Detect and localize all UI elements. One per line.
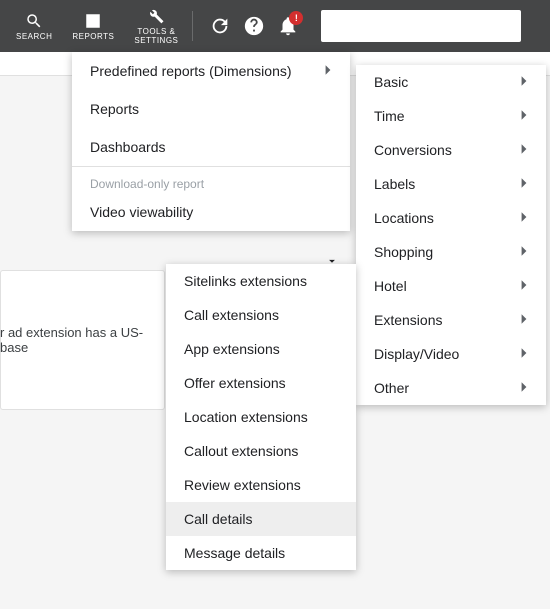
menu-item-label: Sitelinks extensions	[184, 273, 307, 289]
menu-item-label: Extensions	[374, 312, 442, 328]
menu-item-label: Shopping	[374, 244, 433, 260]
menu-item-label: Message details	[184, 545, 285, 561]
menu-item-label: Video viewability	[90, 204, 193, 220]
search-input[interactable]	[321, 10, 521, 42]
info-card: r ad extension has a US-base	[0, 270, 165, 410]
chevron-right-icon	[520, 347, 528, 359]
menu-item-label: Location extensions	[184, 409, 308, 425]
chart-icon	[84, 12, 102, 30]
extensions-menu-item-7[interactable]: Call details	[166, 502, 356, 536]
menu-item-label: Hotel	[374, 278, 407, 294]
help-icon[interactable]	[243, 15, 265, 37]
toolbar-reports[interactable]: REPORTS	[62, 8, 124, 45]
chevron-right-icon	[520, 75, 528, 87]
extensions-menu-item-2[interactable]: App extensions	[166, 332, 356, 366]
extensions-menu-item-6[interactable]: Review extensions	[166, 468, 356, 502]
notifications[interactable]: !	[277, 15, 299, 37]
extensions-menu: Sitelinks extensions Call extensions App e…	[166, 264, 356, 570]
toolbar-tools-label: TOOLS & SETTINGS	[134, 27, 178, 45]
reports-menu-section-item-0[interactable]: Video viewability	[72, 193, 350, 231]
menu-item-label: Locations	[374, 210, 434, 226]
menu-item-label: Callout extensions	[184, 443, 298, 459]
categories-menu-item-3[interactable]: Labels	[356, 167, 546, 201]
toolbar-search[interactable]: SEARCH	[6, 8, 62, 45]
categories-menu-item-7[interactable]: Extensions	[356, 303, 546, 337]
reports-menu-item-2[interactable]: Dashboards	[72, 128, 350, 166]
menu-item-label: Reports	[90, 101, 139, 117]
toolbar-divider	[192, 11, 193, 41]
reports-menu-item-0[interactable]: Predefined reports (Dimensions)	[72, 52, 350, 90]
chevron-right-icon	[520, 279, 528, 291]
categories-menu-item-4[interactable]: Locations	[356, 201, 546, 235]
reports-menu-section-label: Download-only report	[72, 167, 350, 193]
categories-menu-item-0[interactable]: Basic	[356, 65, 546, 99]
top-toolbar: SEARCH REPORTS TOOLS & SETTINGS !	[0, 0, 550, 52]
chevron-right-icon	[520, 109, 528, 121]
extensions-menu-item-3[interactable]: Offer extensions	[166, 366, 356, 400]
menu-item-label: Other	[374, 380, 409, 396]
refresh-icon[interactable]	[209, 15, 231, 37]
categories-menu: Basic Time Conversions Labels Locations Shopp…	[356, 65, 546, 405]
menu-item-label: Call extensions	[184, 307, 279, 323]
menu-item-label: Time	[374, 108, 405, 124]
info-card-text: r ad extension has a US-base	[0, 325, 156, 355]
menu-item-label: Labels	[374, 176, 415, 192]
menu-item-label: Conversions	[374, 142, 452, 158]
reports-menu-item-1[interactable]: Reports	[72, 90, 350, 128]
chevron-right-icon	[520, 313, 528, 325]
extensions-menu-item-5[interactable]: Callout extensions	[166, 434, 356, 468]
chevron-right-icon	[520, 177, 528, 189]
categories-menu-item-2[interactable]: Conversions	[356, 133, 546, 167]
menu-item-label: Basic	[374, 74, 408, 90]
chevron-right-icon	[520, 381, 528, 393]
menu-item-label: Dashboards	[90, 139, 166, 155]
menu-item-label: Call details	[184, 511, 252, 527]
toolbar-tools[interactable]: TOOLS & SETTINGS	[124, 3, 188, 49]
extensions-menu-item-0[interactable]: Sitelinks extensions	[166, 264, 356, 298]
categories-menu-item-9[interactable]: Other	[356, 371, 546, 405]
chevron-right-icon	[520, 245, 528, 257]
chevron-right-icon	[520, 211, 528, 223]
reports-menu: Predefined reports (Dimensions) Reports Da…	[72, 52, 350, 231]
wrench-icon	[147, 7, 165, 25]
toolbar-search-label: SEARCH	[16, 32, 52, 41]
categories-menu-item-8[interactable]: Display/Video	[356, 337, 546, 371]
chevron-right-icon	[324, 64, 332, 76]
menu-item-label: Display/Video	[374, 346, 459, 362]
menu-item-label: Review extensions	[184, 477, 301, 493]
menu-item-label: Predefined reports (Dimensions)	[90, 63, 292, 79]
categories-menu-item-1[interactable]: Time	[356, 99, 546, 133]
notification-badge: !	[289, 11, 303, 25]
extensions-menu-item-8[interactable]: Message details	[166, 536, 356, 570]
menu-item-label: App extensions	[184, 341, 280, 357]
categories-menu-item-6[interactable]: Hotel	[356, 269, 546, 303]
extensions-menu-item-1[interactable]: Call extensions	[166, 298, 356, 332]
search-icon	[25, 12, 43, 30]
toolbar-reports-label: REPORTS	[72, 32, 114, 41]
categories-menu-item-5[interactable]: Shopping	[356, 235, 546, 269]
menu-item-label: Offer extensions	[184, 375, 286, 391]
extensions-menu-item-4[interactable]: Location extensions	[166, 400, 356, 434]
chevron-right-icon	[520, 143, 528, 155]
